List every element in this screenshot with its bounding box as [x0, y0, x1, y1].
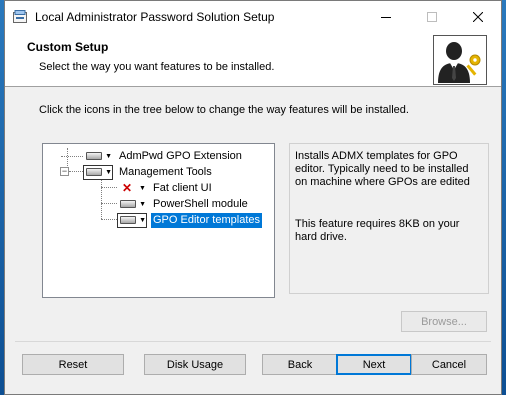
- feature-description-panel: Installs ADMX templates for GPO editor. …: [289, 143, 489, 294]
- desktop-background: [502, 0, 506, 395]
- setup-window: Local Administrator Password Solution Se…: [4, 0, 502, 395]
- title-bar[interactable]: Local Administrator Password Solution Se…: [5, 1, 501, 32]
- tree-item-powershell-module[interactable]: ▼ PowerShell module: [117, 196, 250, 212]
- drive-icon: [86, 152, 103, 160]
- feature-requirement: This feature requires 8KB on your hard d…: [295, 218, 460, 243]
- feature-state-dropdown[interactable]: ▼: [83, 149, 113, 164]
- tree-connector: [101, 187, 117, 188]
- feature-state-dropdown[interactable]: ▼: [83, 164, 113, 180]
- minimize-icon: [381, 16, 391, 18]
- header-banner: Custom Setup Select the way you want fea…: [5, 32, 501, 87]
- tree-item-label: AdmPwd GPO Extension: [119, 149, 242, 162]
- feature-state-dropdown[interactable]: ▼: [117, 197, 147, 212]
- feature-tree[interactable]: − ▼ AdmPwd GPO Extension ▼ Management To…: [42, 143, 275, 298]
- installer-icon: [13, 10, 27, 23]
- page-title: Custom Setup: [27, 40, 109, 54]
- close-icon: [473, 11, 483, 22]
- feature-state-dropdown[interactable]: ✕ ▼: [117, 181, 147, 196]
- maximize-icon: [427, 11, 437, 22]
- drive-icon: [86, 168, 103, 176]
- tree-item-admpwd-gpo-extension[interactable]: ▼ AdmPwd GPO Extension: [83, 148, 244, 164]
- tree-item-gpo-editor-templates[interactable]: ▼ GPO Editor templates: [117, 212, 262, 228]
- divider: [15, 341, 491, 342]
- maximize-button[interactable]: [409, 1, 455, 32]
- tree-item-label: PowerShell module: [153, 197, 248, 210]
- page-subtitle: Select the way you want features to be i…: [39, 61, 275, 73]
- feature-state-dropdown[interactable]: ▼: [117, 212, 147, 228]
- browse-button[interactable]: Browse...: [401, 311, 487, 332]
- drive-icon: [120, 200, 137, 208]
- window-title: Local Administrator Password Solution Se…: [35, 10, 275, 24]
- feature-description: Installs ADMX templates for GPO editor. …: [295, 150, 470, 188]
- tree-connector: [69, 171, 83, 172]
- chevron-down-icon: ▼: [139, 200, 146, 208]
- x-icon: ✕: [121, 181, 133, 195]
- tree-connector: [101, 203, 117, 204]
- admin-user-key-icon: [433, 35, 487, 85]
- cancel-button[interactable]: Cancel: [411, 354, 487, 375]
- minimize-button[interactable]: [363, 1, 409, 32]
- chevron-down-icon: ▼: [105, 152, 112, 160]
- tree-item-label: Management Tools: [119, 165, 212, 178]
- tree-connector: [101, 179, 102, 219]
- chevron-down-icon: ▼: [139, 184, 146, 192]
- disk-usage-button[interactable]: Disk Usage: [144, 354, 246, 375]
- reset-button[interactable]: Reset: [22, 354, 124, 375]
- instruction-text: Click the icons in the tree below to cha…: [39, 104, 409, 116]
- chevron-down-icon: ▼: [139, 216, 146, 224]
- tree-item-label: GPO Editor templates: [151, 212, 262, 228]
- tree-item-management-tools[interactable]: ▼ Management Tools: [83, 164, 214, 180]
- chevron-down-icon: ▼: [105, 168, 112, 176]
- back-button[interactable]: Back: [262, 354, 338, 375]
- drive-icon: [120, 216, 137, 224]
- tree-connector: [101, 219, 117, 220]
- tree-connector: [61, 156, 83, 157]
- close-button[interactable]: [455, 1, 501, 32]
- tree-item-label: Fat client UI: [153, 181, 212, 194]
- next-button[interactable]: Next: [336, 354, 412, 375]
- collapse-toggle[interactable]: −: [60, 167, 69, 176]
- tree-item-fat-client-ui[interactable]: ✕ ▼ Fat client UI: [117, 180, 214, 196]
